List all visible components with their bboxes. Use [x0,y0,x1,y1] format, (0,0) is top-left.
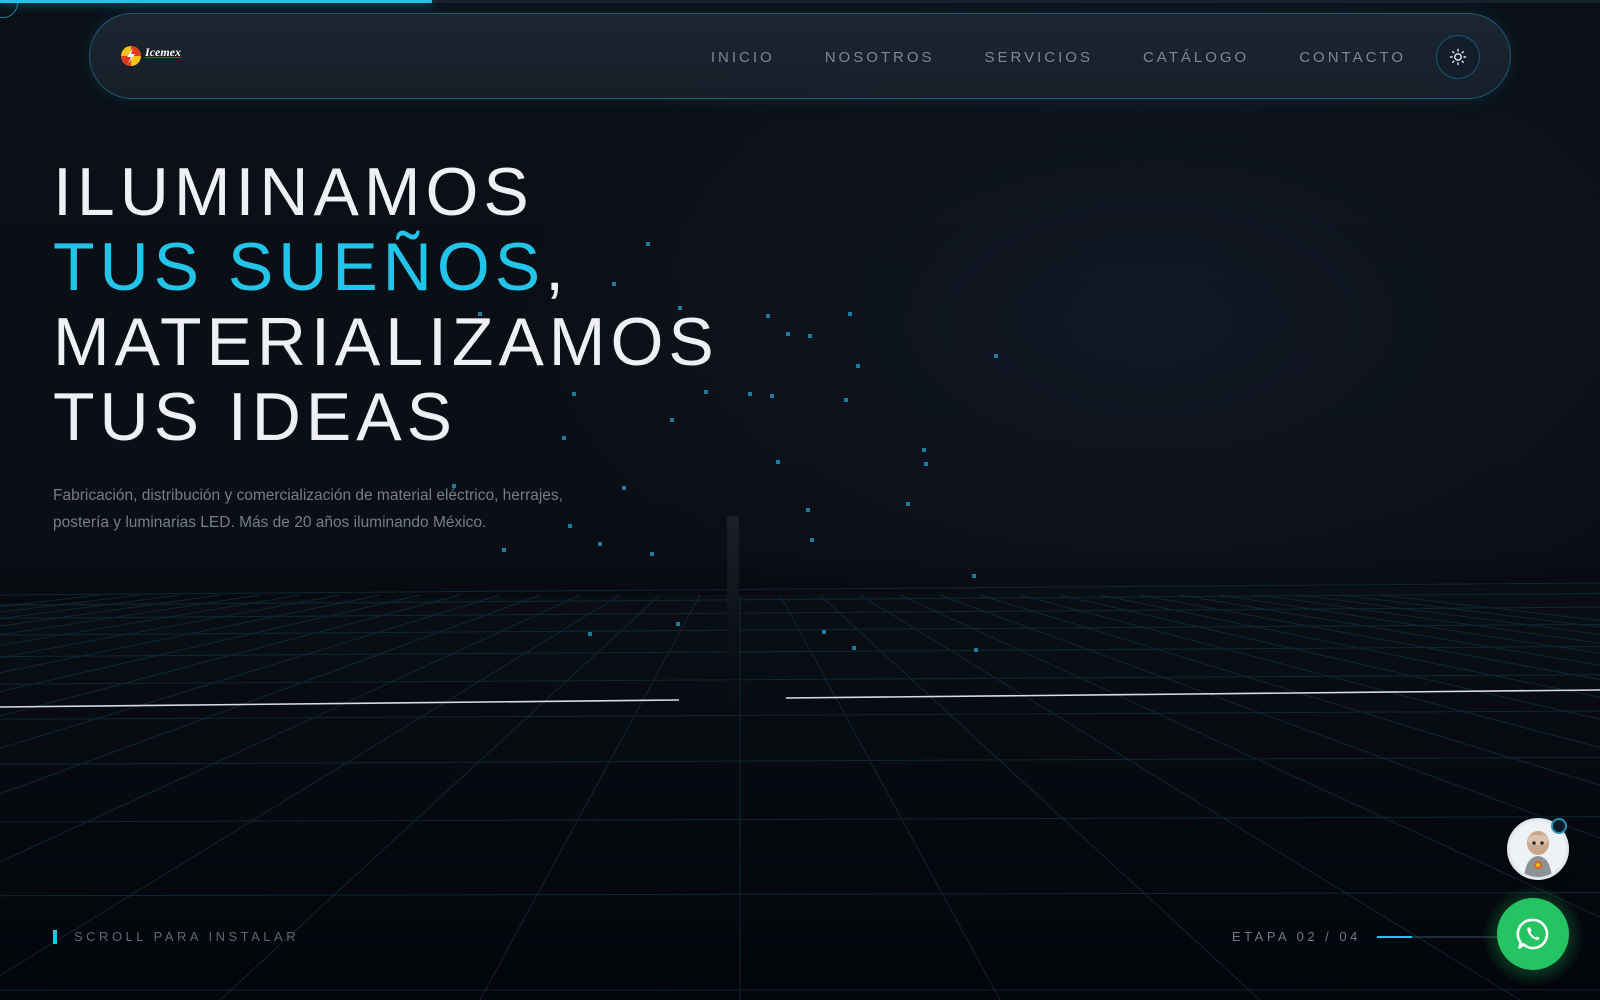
nav-item-servicios[interactable]: SERVICIOS [985,49,1093,66]
utility-pole [727,516,739,716]
nav-links: INICIO NOSOTROS SERVICIOS CATÁLOGO CONTA… [661,14,1406,100]
spark-particle [856,364,860,368]
spark-particle [776,460,780,464]
hero-title-line-1: ILUMINAMOS [53,154,534,230]
hero-title: ILUMINAMOS TUS SUEÑOS, MATERIALIZAMOS TU… [53,155,719,455]
nav-item-inicio[interactable]: INICIO [711,49,775,66]
sun-icon [1449,48,1467,66]
stage-progress-fill [1376,935,1412,938]
hero-title-line-2: TUS SUEÑOS, [53,230,719,305]
spark-particle [598,542,602,546]
spark-particle [650,552,654,556]
hero-title-accent: TUS SUEÑOS [53,229,546,305]
spark-particle [676,622,680,626]
spark-particle [848,312,852,316]
stage-indicator: ETAPA 02 / 04 [1232,929,1517,944]
theme-toggle-button[interactable] [1436,35,1480,79]
spark-particle [622,486,626,490]
spark-particle [922,448,926,452]
assistant-status-dot [1551,818,1567,834]
spark-particle [808,334,812,338]
scroll-hint-marker [53,929,57,944]
spark-particle [806,508,810,512]
spark-particle [770,394,774,398]
hero-title-line-3: MATERIALIZAMOS [53,304,719,380]
spark-particle [924,462,928,466]
spark-particle [994,354,998,358]
hero-subtitle: Fabricación, distribución y comercializa… [53,487,563,531]
lightning-bolt-logo-icon [121,46,141,66]
whatsapp-icon [1516,918,1549,950]
spark-particle [974,648,978,652]
scroll-hint-label: SCROLL PARA INSTALAR [74,929,300,944]
spark-particle [748,392,752,396]
nav-item-contacto[interactable]: CONTACTO [1299,49,1406,66]
spark-particle [906,502,910,506]
spark-particle [502,548,506,552]
spark-particle [822,630,826,634]
nav-item-nosotros[interactable]: NOSOTROS [825,49,935,66]
navbar: Icemex INICIO NOSOTROS SERVICIOS CATÁLOG… [89,13,1511,99]
hero-stage: Icemex INICIO NOSOTROS SERVICIOS CATÁLOG… [0,0,1600,1000]
whatsapp-button[interactable] [1497,898,1569,970]
nav-item-catalogo[interactable]: CATÁLOGO [1143,49,1249,66]
stage-label: ETAPA 02 / 04 [1232,929,1361,944]
spark-particle [852,646,856,650]
spark-particle [810,538,814,542]
spark-particle [972,574,976,578]
brand-name: Icemex [145,44,181,59]
spark-particle [786,332,790,336]
spark-particle [844,398,848,402]
brand-logo[interactable]: Icemex [120,43,181,69]
spark-particle [588,632,592,636]
hero-title-line-4: TUS IDEAS [53,379,457,455]
spark-particle [766,314,770,318]
scroll-hint: SCROLL PARA INSTALAR [53,929,299,944]
hero-title-comma: , [545,229,569,305]
